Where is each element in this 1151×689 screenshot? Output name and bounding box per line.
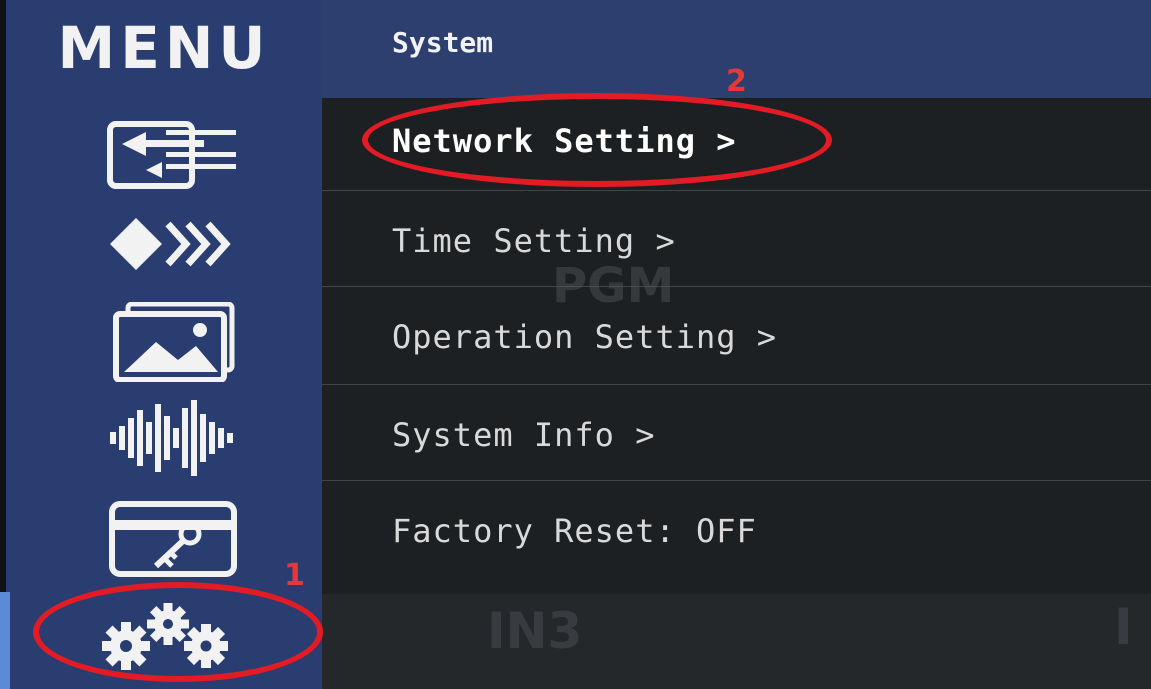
key-card-icon[interactable]	[106, 498, 241, 578]
menu-title: MENU	[57, 14, 271, 82]
picture-mode-icon[interactable]	[106, 204, 241, 284]
image-icon[interactable]	[106, 301, 241, 383]
input-status-bar: IN3 I	[322, 594, 1151, 689]
menu-item-system-info[interactable]: System Info >	[392, 416, 655, 454]
watermark-in3: IN3	[487, 602, 583, 660]
selection-accent	[0, 592, 10, 689]
annotation-ellipse-2	[362, 93, 832, 187]
annotation-label-2: 2	[726, 64, 747, 99]
input-source-icon[interactable]	[106, 118, 241, 198]
menu-item-time-setting[interactable]: Time Setting >	[392, 222, 676, 260]
annotation-label-1: 1	[284, 558, 305, 593]
osd-screen: MENU System PGM Network Setting > Time S…	[0, 0, 1151, 689]
menu-item-operation-setting[interactable]: Operation Setting >	[392, 318, 777, 356]
divider	[322, 480, 1151, 481]
menu-sidebar: MENU	[6, 0, 322, 592]
divider	[322, 384, 1151, 385]
page-title: System	[392, 26, 494, 59]
menu-item-factory-reset[interactable]: Factory Reset: OFF	[392, 512, 757, 550]
watermark-i: I	[1114, 598, 1133, 656]
annotation-ellipse-1	[33, 582, 323, 682]
divider	[322, 286, 1151, 287]
audio-icon[interactable]	[106, 398, 241, 478]
divider	[322, 190, 1151, 191]
